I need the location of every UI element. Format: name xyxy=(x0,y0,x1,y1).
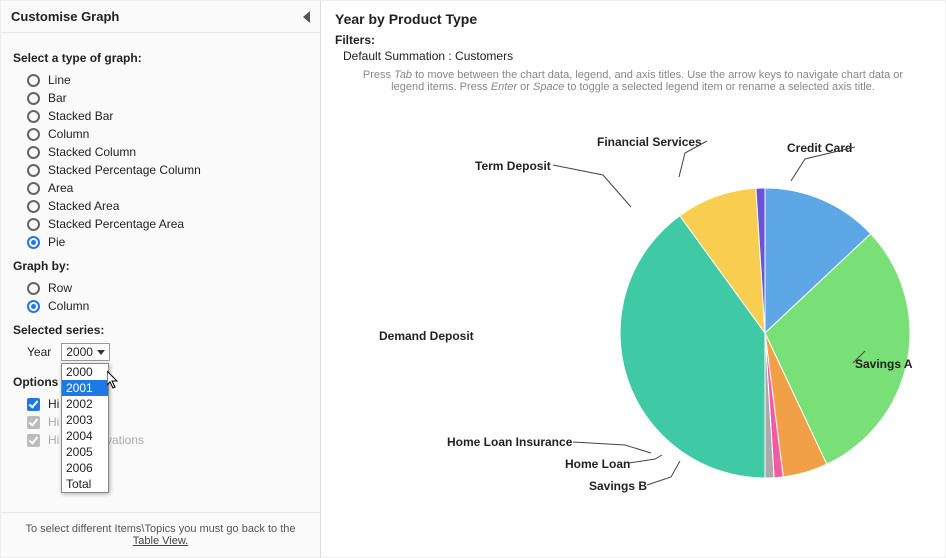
graph-type-label: Select a type of graph: xyxy=(13,51,308,65)
collapse-icon[interactable] xyxy=(303,11,310,23)
radio-label: Column xyxy=(48,299,89,313)
graph-type-stacked-pct-column[interactable]: Stacked Percentage Column xyxy=(13,161,308,179)
hint-text: to toggle a selected legend item or rena… xyxy=(564,81,875,93)
year-select-value: 2000 xyxy=(66,345,93,359)
radio-icon xyxy=(27,146,40,159)
radio-icon xyxy=(27,300,40,313)
sidebar: Customise Graph Select a type of graph: … xyxy=(1,1,321,557)
chart-title: Year by Product Type xyxy=(335,11,931,27)
series-row: Year 2000 2000 2001 2002 2003 2004 2005 … xyxy=(13,343,308,361)
filters-label: Filters: xyxy=(335,33,931,47)
radio-label: Bar xyxy=(48,91,67,105)
hint-key: Enter xyxy=(491,81,517,93)
app-root: Customise Graph Select a type of graph: … xyxy=(0,0,946,558)
graph-type-column[interactable]: Column xyxy=(13,125,308,143)
table-view-link[interactable]: Table View. xyxy=(133,535,188,547)
radio-icon xyxy=(27,74,40,87)
option-hide-totals: Hi als xyxy=(13,413,308,431)
sidebar-header: Customise Graph xyxy=(1,1,320,33)
footer-text: To select different Items\Topics you mus… xyxy=(25,523,295,535)
series-name: Year xyxy=(27,345,51,359)
chart-area: Credit Card Savings A Savings B Home Loa… xyxy=(335,97,931,517)
radio-icon xyxy=(27,110,40,123)
leader-lines xyxy=(335,97,946,517)
graph-type-stacked-pct-area[interactable]: Stacked Percentage Area xyxy=(13,215,308,233)
radio-label: Column xyxy=(48,127,89,141)
cursor-icon xyxy=(107,371,121,389)
radio-icon xyxy=(27,164,40,177)
radio-icon xyxy=(27,182,40,195)
radio-icon xyxy=(27,200,40,213)
year-option-total[interactable]: Total xyxy=(62,476,108,492)
year-option-2000[interactable]: 2000 xyxy=(62,364,108,380)
sidebar-footer: To select different Items\Topics you mus… xyxy=(1,512,320,557)
sidebar-body: Select a type of graph: Line Bar Stacked… xyxy=(1,33,320,512)
radio-label: Stacked Bar xyxy=(48,109,113,123)
graph-type-stacked-area[interactable]: Stacked Area xyxy=(13,197,308,215)
hint-text: or xyxy=(517,81,533,93)
graph-type-bar[interactable]: Bar xyxy=(13,89,308,107)
graph-type-stacked-column[interactable]: Stacked Column xyxy=(13,143,308,161)
check-label: Hi xyxy=(48,397,59,411)
radio-label: Row xyxy=(48,281,72,295)
checkbox-icon xyxy=(27,398,40,411)
radio-label: Stacked Column xyxy=(48,145,136,159)
main-panel: Year by Product Type Filters: Default Su… xyxy=(321,1,945,557)
option-hide-derivations: Hi erivations xyxy=(13,431,308,449)
sidebar-title: Customise Graph xyxy=(11,9,119,24)
graph-type-area[interactable]: Area xyxy=(13,179,308,197)
year-option-2003[interactable]: 2003 xyxy=(62,412,108,428)
checkbox-icon xyxy=(27,416,40,429)
keyboard-hint: Press Tab to move between the chart data… xyxy=(355,69,911,93)
radio-icon xyxy=(27,218,40,231)
radio-icon xyxy=(27,236,40,249)
graph-type-stacked-bar[interactable]: Stacked Bar xyxy=(13,107,308,125)
radio-label: Area xyxy=(48,181,73,195)
year-select[interactable]: 2000 xyxy=(61,343,110,361)
radio-label: Stacked Percentage Column xyxy=(48,163,201,177)
year-option-2004[interactable]: 2004 xyxy=(62,428,108,444)
year-dropdown: 2000 2001 2002 2003 2004 2005 2006 Total xyxy=(61,363,109,493)
radio-icon xyxy=(27,128,40,141)
options-label: Options xyxy=(13,375,308,389)
radio-icon xyxy=(27,92,40,105)
graph-by-column[interactable]: Column xyxy=(13,297,308,315)
year-option-2002[interactable]: 2002 xyxy=(62,396,108,412)
option-hide-empty[interactable]: Hi xyxy=(13,395,308,413)
graph-by-label: Graph by: xyxy=(13,259,308,273)
year-option-2006[interactable]: 2006 xyxy=(62,460,108,476)
graph-by-row[interactable]: Row xyxy=(13,279,308,297)
graph-type-pie[interactable]: Pie xyxy=(13,233,308,251)
hint-text: Press xyxy=(363,69,394,81)
year-option-2001[interactable]: 2001 xyxy=(62,380,108,396)
radio-label: Stacked Percentage Area xyxy=(48,217,184,231)
radio-label: Stacked Area xyxy=(48,199,119,213)
hint-key: Space xyxy=(533,81,564,93)
filters-line: Default Summation : Customers xyxy=(343,49,931,63)
year-option-2005[interactable]: 2005 xyxy=(62,444,108,460)
chevron-down-icon xyxy=(97,350,105,355)
selected-series-label: Selected series: xyxy=(13,323,308,337)
graph-type-line[interactable]: Line xyxy=(13,71,308,89)
hint-key: Tab xyxy=(394,69,412,81)
radio-icon xyxy=(27,282,40,295)
radio-label: Line xyxy=(48,73,71,87)
checkbox-icon xyxy=(27,434,40,447)
radio-label: Pie xyxy=(48,235,65,249)
